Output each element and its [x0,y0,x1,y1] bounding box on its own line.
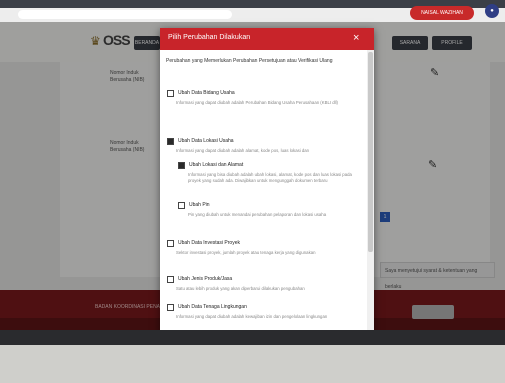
option-label: Ubah Data Tenaga Lingkungan [178,304,247,310]
user-account-button[interactable]: NAISAL WAZIHAN [410,6,474,20]
modal-body: Perubahan yang Memerlukan Perubahan Pers… [160,50,367,346]
option-label: Ubah Data Bidang Usaha [178,90,235,96]
modal-scroll-thumb[interactable] [368,52,373,252]
option-bidang-usaha[interactable]: Ubah Data Bidang Usaha [167,90,235,97]
checkbox-lokasi-usaha[interactable] [167,138,174,145]
modal-header: Pilih Perubahan Dilakukan × [160,28,374,50]
screen: ♛ OSS BERANDA SARANA PROFILE NAISAL WAZI… [0,0,505,383]
checkbox-investasi-proyek[interactable] [167,240,174,247]
modal-intro-text: Perubahan yang Memerlukan Perubahan Pers… [166,58,333,64]
option-label: Ubah Data Investasi Proyek [178,240,240,246]
checkbox-lokasi-alamat[interactable] [178,162,185,169]
checkbox-tenaga-lingkungan[interactable] [167,304,174,311]
option-desc: Satu atau lebih produk yang akan diperba… [176,286,305,291]
change-selection-modal: Pilih Perubahan Dilakukan × Perubahan ya… [160,28,374,346]
notification-icon[interactable]: ● [485,4,499,18]
close-icon[interactable]: × [353,31,359,45]
option-desc: Pin yang diubah untuk menandai perubahan… [188,212,327,217]
option-label: Ubah Lokasi dan Alamat [189,162,244,168]
option-investasi-proyek[interactable]: Ubah Data Investasi Proyek [167,240,240,247]
option-ubah-pin[interactable]: Ubah Pin [178,202,210,209]
option-produk-jasa[interactable]: Ubah Jenis Produk/Jasa [167,276,232,283]
option-lokasi-alamat[interactable]: Ubah Lokasi dan Alamat [178,162,243,169]
option-desc: Informasi yang bisa diubah adalah ubah l… [188,172,352,183]
desk-surface [0,345,505,383]
address-bar[interactable] [18,10,232,19]
option-label: Ubah Jenis Produk/Jasa [178,276,233,282]
option-desc: Informasi yang dapat diubah adalah kewaj… [176,314,328,319]
modal-title: Pilih Perubahan Dilakukan [168,34,251,41]
option-desc: Sektor investasi proyek, jumlah proyek a… [176,250,316,255]
checkbox-ubah-pin[interactable] [178,202,185,209]
checkbox-produk-jasa[interactable] [167,276,174,283]
option-desc: Informasi yang dapat diubah adalah Perub… [176,100,338,105]
option-lokasi-usaha[interactable]: Ubah Data Lokasi Usaha [167,138,234,145]
option-tenaga-lingkungan[interactable]: Ubah Data Tenaga Lingkungan [167,304,247,311]
option-label: Ubah Pin [189,202,210,208]
option-label: Ubah Data Lokasi Usaha [178,138,234,144]
checkbox-bidang-usaha[interactable] [167,90,174,97]
option-desc: Informasi yang dapat diubah adalah alama… [176,148,310,153]
